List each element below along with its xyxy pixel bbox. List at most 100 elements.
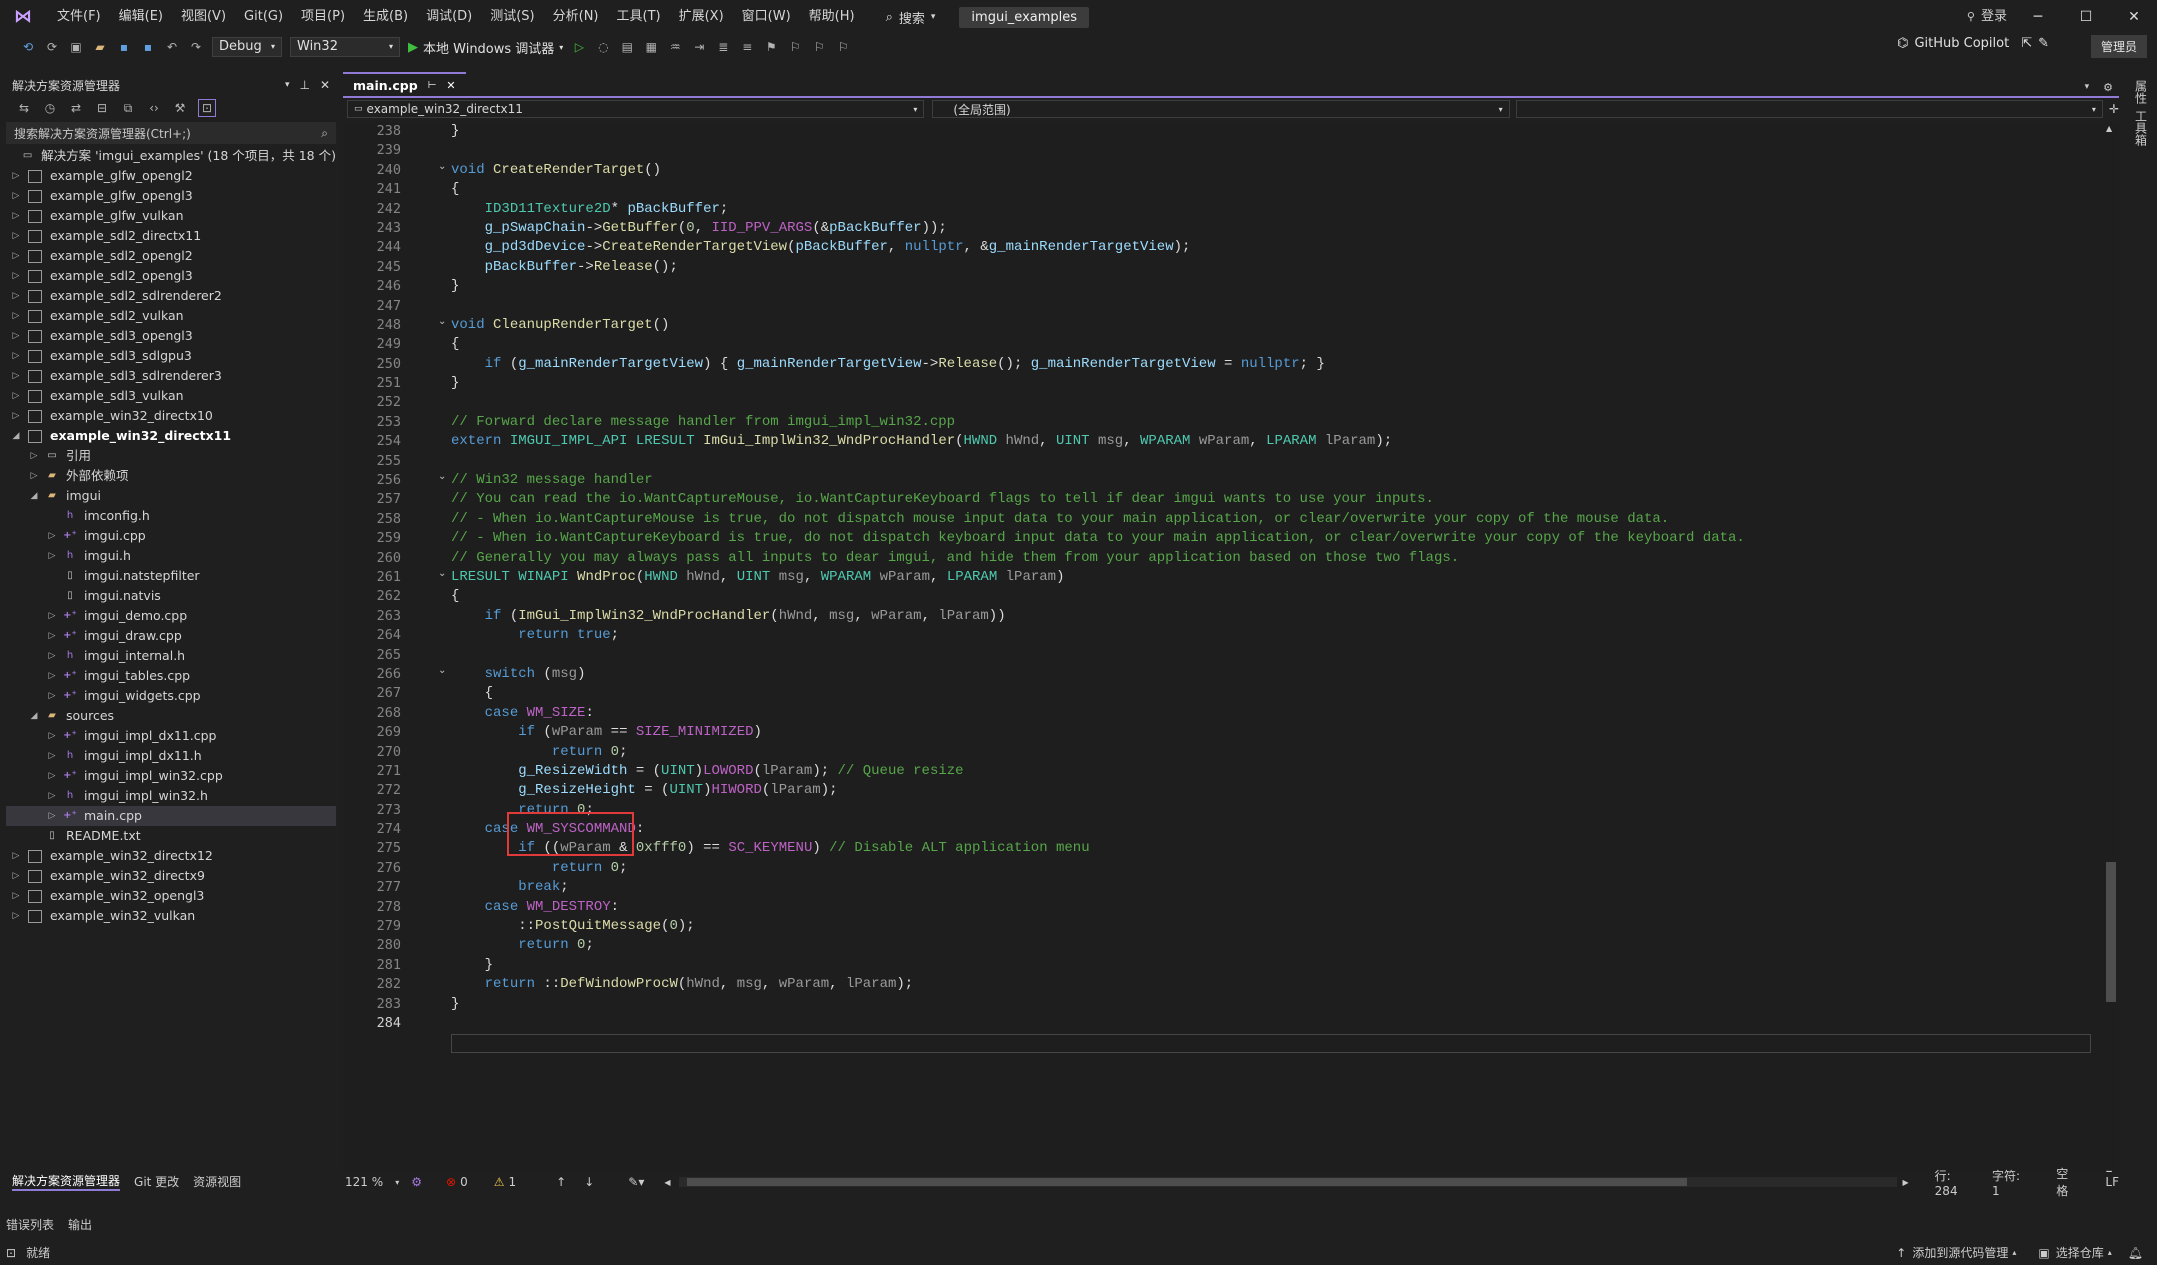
gear-icon[interactable]: ⚙	[2103, 81, 2113, 94]
switch-views-icon[interactable]: ⇆	[16, 100, 32, 116]
tree-item[interactable]: ▷ example_sdl2_sdlrenderer2	[6, 286, 336, 306]
scroll-right-icon[interactable]: ▶	[1903, 1178, 1909, 1187]
code-line[interactable]: case WM_SYSCOMMAND:	[451, 820, 2091, 839]
collapsed-arrow-icon[interactable]: ▷	[10, 346, 22, 366]
zoom-level[interactable]: 121 %	[345, 1175, 395, 1189]
intellicode-icon[interactable]: ⚙	[411, 1175, 422, 1189]
code-line[interactable]: return 0;	[451, 743, 2091, 762]
error-icon[interactable]: ⊗	[446, 1175, 456, 1189]
collapsed-arrow-icon[interactable]: ▷	[10, 306, 22, 326]
code-line[interactable]: return 0;	[451, 801, 2091, 820]
maximize-button[interactable]: ☐	[2063, 0, 2109, 34]
collapsed-arrow-icon[interactable]: ▷	[46, 726, 58, 746]
menu-item[interactable]: 窗口(W)	[733, 0, 800, 34]
redo-icon[interactable]: ↷	[188, 39, 204, 55]
project-scope-select[interactable]: ▭ example_win32_directx11 ▾	[347, 100, 925, 118]
tree-item[interactable]: ▷ h imgui_internal.h	[6, 646, 336, 666]
chevron-down-icon[interactable]: ▾	[285, 80, 290, 90]
bottom-tab[interactable]: 输出	[68, 1216, 92, 1233]
bottom-tab[interactable]: 错误列表	[6, 1216, 54, 1233]
code-line[interactable]: // Win32 message handler	[451, 471, 2091, 490]
code-line[interactable]: {	[451, 684, 2091, 703]
tree-item[interactable]: ▷ +⁺ imgui_draw.cpp	[6, 626, 336, 646]
collapsed-arrow-icon[interactable]: ▷	[10, 286, 22, 306]
collapsed-arrow-icon[interactable]: ▷	[10, 266, 22, 286]
expanded-arrow-icon[interactable]: ◢	[10, 426, 22, 446]
collapsed-arrow-icon[interactable]: ▷	[10, 866, 22, 886]
collapsed-arrow-icon[interactable]: ▷	[46, 746, 58, 766]
member-scope-select[interactable]: (全局范围) ▾	[932, 100, 1510, 118]
scroll-left-icon[interactable]: ◀	[664, 1178, 670, 1187]
preview-icon[interactable]: ⊡	[198, 99, 216, 117]
code-line[interactable]	[451, 141, 2091, 160]
collapsed-arrow-icon[interactable]: ▷	[10, 326, 22, 346]
feedback-icon[interactable]: ✎	[2038, 36, 2049, 51]
code-line[interactable]: }	[451, 122, 2091, 141]
code-line[interactable]: // You can read the io.WantCaptureMouse,…	[451, 490, 2091, 509]
tree-item[interactable]: h imconfig.h	[6, 506, 336, 526]
tree-item[interactable]: ▷ example_win32_vulkan	[6, 906, 336, 926]
code-line[interactable]: g_pd3dDevice->CreateRenderTargetView(pBa…	[451, 238, 2091, 257]
menu-item[interactable]: 视图(V)	[172, 0, 235, 34]
output-icon[interactable]: ⊡	[6, 1246, 16, 1260]
fold-toggle-icon[interactable]: ⌄	[438, 471, 450, 482]
code-line[interactable]: }	[451, 277, 2091, 296]
code-line[interactable]: return 0;	[451, 936, 2091, 955]
code-line[interactable]: if (wParam == SIZE_MINIMIZED)	[451, 723, 2091, 742]
code-line[interactable]: void CreateRenderTarget()	[451, 161, 2091, 180]
collapsed-arrow-icon[interactable]: ▷	[46, 686, 58, 706]
close-icon[interactable]: ✕	[320, 78, 330, 92]
code-line[interactable]	[451, 1014, 2091, 1033]
collapsed-arrow-icon[interactable]: ▷	[46, 806, 58, 826]
tree-item[interactable]: ▷ example_sdl3_vulkan	[6, 386, 336, 406]
tree-item[interactable]: ▯ imgui.natvis	[6, 586, 336, 606]
rail-tab[interactable]: 工具箱	[2133, 110, 2150, 146]
menu-item[interactable]: 生成(B)	[354, 0, 417, 34]
fold-toggle-icon[interactable]: ⌄	[438, 161, 450, 172]
tree-item[interactable]: ▷ example_sdl3_sdlrenderer3	[6, 366, 336, 386]
collapsed-arrow-icon[interactable]: ▷	[28, 466, 40, 486]
code-line[interactable]: {	[451, 180, 2091, 199]
menu-item[interactable]: 项目(P)	[292, 0, 354, 34]
explorer-tab[interactable]: 解决方案资源管理器	[12, 1172, 121, 1191]
line-ending[interactable]: LF	[2105, 1175, 2119, 1189]
save-icon[interactable]: ▪	[116, 39, 132, 55]
tree-item[interactable]: ▷ ▰ 外部依赖项	[6, 466, 336, 486]
code-cleanup-icon[interactable]: ✎▾	[628, 1175, 644, 1189]
code-line[interactable]: break;	[451, 878, 2091, 897]
close-window-button[interactable]: ✕	[2111, 0, 2157, 34]
code-line[interactable]: g_ResizeWidth = (UINT)LOWORD(lParam); //…	[451, 762, 2091, 781]
fold-toggle-icon[interactable]: ⌄	[438, 316, 450, 327]
code-line[interactable]: // - When io.WantCaptureMouse is true, d…	[451, 510, 2091, 529]
rail-tab[interactable]: 属性	[2133, 80, 2150, 104]
menu-item[interactable]: 调试(D)	[417, 0, 481, 34]
tree-item[interactable]: ▷ example_sdl3_sdlgpu3	[6, 346, 336, 366]
code-line[interactable]: return true;	[451, 626, 2091, 645]
collapsed-arrow-icon[interactable]: ▷	[10, 186, 22, 206]
code-line[interactable]: return ::DefWindowProcW(hWnd, msg, wPara…	[451, 975, 2091, 994]
code-text[interactable]: } void CreateRenderTarget(){ ID3D11Textur…	[451, 122, 2091, 1180]
collapsed-arrow-icon[interactable]: ▷	[46, 666, 58, 686]
menu-item[interactable]: 帮助(H)	[800, 0, 864, 34]
collapsed-arrow-icon[interactable]: ▷	[46, 606, 58, 626]
menu-item[interactable]: 扩展(X)	[670, 0, 733, 34]
tree-item[interactable]: ▷ +⁺ imgui_impl_win32.cpp	[6, 766, 336, 786]
warning-icon[interactable]: ⚠	[494, 1175, 505, 1189]
github-copilot-button[interactable]: ⌬ GitHub Copilot ⇱ ✎	[1897, 36, 2049, 51]
start-without-debugging-icon[interactable]: ▷	[571, 39, 587, 55]
new-project-icon[interactable]: ▣	[68, 39, 84, 55]
code-line[interactable]	[451, 297, 2091, 316]
whitespace-mode[interactable]: 空格	[2056, 1165, 2079, 1199]
code-line[interactable]: }	[451, 995, 2091, 1014]
pin-icon[interactable]: ⊢	[428, 80, 437, 91]
minimize-button[interactable]: ─	[2015, 0, 2061, 34]
tree-item[interactable]: ▷ +⁺ imgui.cpp	[6, 526, 336, 546]
horizontal-scroll-thumb[interactable]	[686, 1178, 1687, 1186]
properties-icon[interactable]: ⚒	[172, 100, 188, 116]
code-line[interactable]: case WM_DESTROY:	[451, 898, 2091, 917]
bookmark-next-icon[interactable]: ⚐	[811, 39, 827, 55]
collapsed-arrow-icon[interactable]: ▷	[46, 646, 58, 666]
diagnostics-icon[interactable]: ♒	[667, 39, 683, 55]
navigate-back-icon[interactable]: ⟲	[20, 39, 36, 55]
select-repository-button[interactable]: 选择仓库	[2056, 1244, 2104, 1261]
